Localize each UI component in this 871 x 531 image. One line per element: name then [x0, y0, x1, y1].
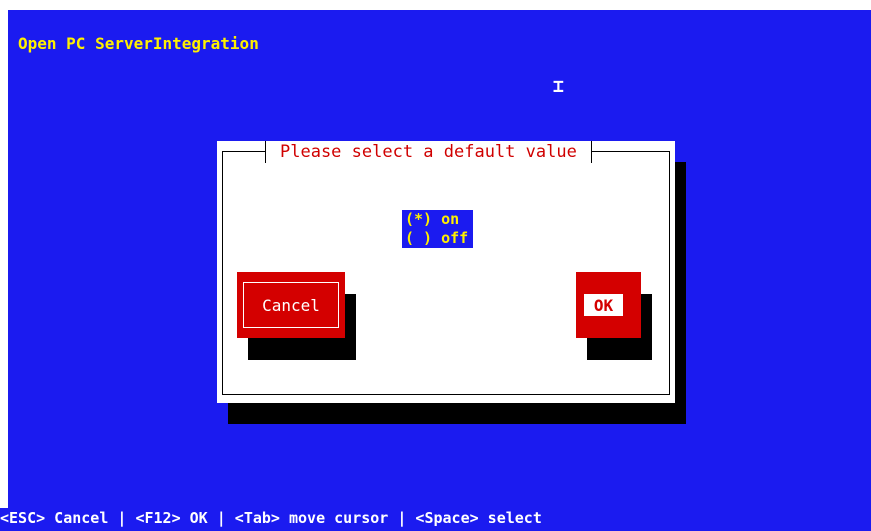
radio-marker-off: ( )	[405, 229, 433, 247]
cancel-button[interactable]: Cancel	[237, 272, 345, 338]
app-title: Open PC ServerIntegration	[18, 34, 259, 53]
terminal-screen: Open PC ServerIntegration ⌶ Please selec…	[8, 10, 871, 531]
default-value-radio-group: (*) on ( ) off	[402, 210, 473, 248]
ok-button-label: OK	[584, 294, 623, 316]
radio-marker-on: (*)	[405, 210, 433, 228]
ok-button[interactable]: OK	[576, 272, 641, 338]
cancel-button-wrap: Cancel	[237, 272, 367, 372]
status-bar: <ESC> Cancel | <F12> OK | <Tab> move cur…	[0, 508, 871, 531]
ok-button-wrap: OK	[576, 272, 666, 372]
text-cursor-icon: ⌶	[553, 76, 564, 97]
default-value-dialog: Please select a default value (*) on ( )…	[217, 141, 675, 403]
radio-option-on[interactable]: (*) on	[402, 210, 473, 229]
radio-option-off[interactable]: ( ) off	[402, 229, 473, 248]
radio-label-on: on	[441, 210, 460, 228]
cancel-button-label: Cancel	[243, 282, 339, 328]
dialog-title: Please select a default value	[265, 141, 592, 163]
radio-label-off: off	[441, 229, 469, 247]
